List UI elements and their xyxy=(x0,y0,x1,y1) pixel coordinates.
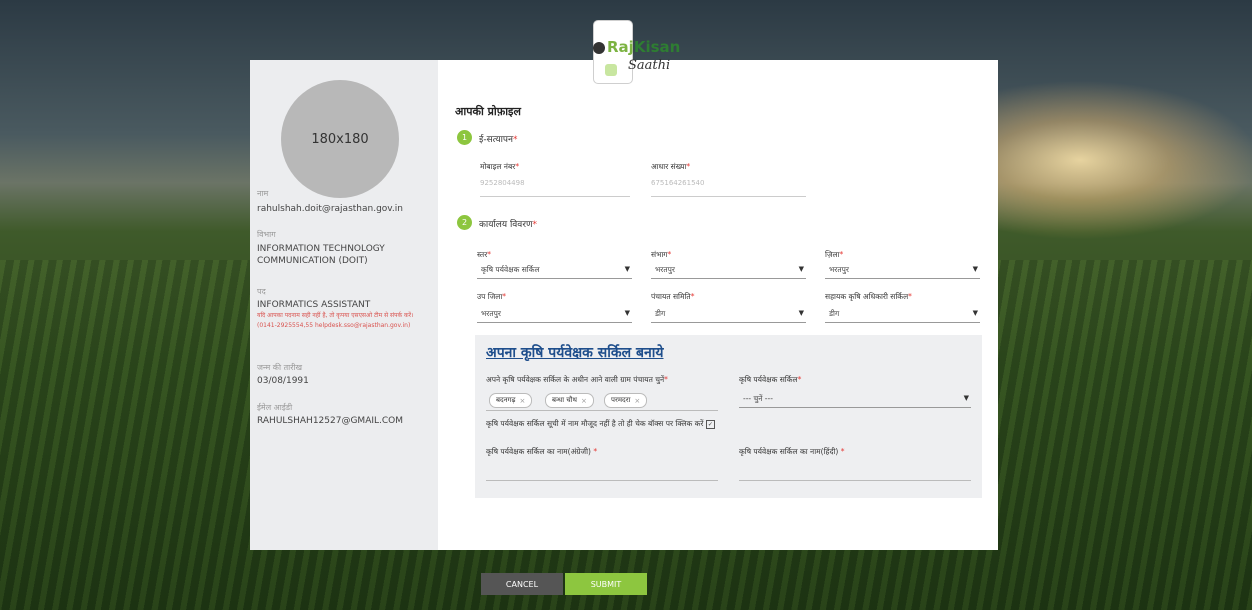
step-2-title: कार्यालय विवरण* xyxy=(479,220,538,230)
asst-circle-select[interactable]: डीग ▼ xyxy=(825,306,980,323)
asst-circle-value: डीग xyxy=(829,309,840,318)
chip-paramdara[interactable]: परमदरा × xyxy=(604,393,648,408)
aadhaar-field[interactable]: 675164261540 xyxy=(651,179,704,187)
subdistrict-label: उप जिला* xyxy=(477,292,507,301)
step-1-title: ई-सत्यापन* xyxy=(479,135,518,145)
name-english-field[interactable] xyxy=(486,480,718,481)
name-value: rahulshah.doit@rajasthan.gov.in xyxy=(257,204,403,214)
post-warning: यदि आपका पदनाम सही नहीं है, तो कृपया एसए… xyxy=(257,312,414,329)
close-icon[interactable]: × xyxy=(634,397,640,405)
profile-card: 180x180 नाम rahulshah.doit@rajasthan.gov… xyxy=(250,60,998,595)
post-value: INFORMATICS ASSISTANT xyxy=(257,300,371,310)
checkbox[interactable]: ✓ xyxy=(705,419,715,429)
dob-label: जन्म की तारीख xyxy=(257,363,303,372)
name-hindi-field[interactable] xyxy=(739,480,971,481)
chevron-down-icon: ▼ xyxy=(963,394,969,402)
mobile-underline xyxy=(480,196,630,197)
profile-main: आपकी प्रोफ़ाइल 1 ई-सत्यापन* मोबाइल नंबर*… xyxy=(455,60,995,550)
chip-bandha-chauth[interactable]: बन्धा चौथ × xyxy=(545,393,594,408)
step-2-badge: 2 xyxy=(457,215,472,230)
subdistrict-select[interactable]: भरतपुर ▼ xyxy=(477,306,632,323)
circle-placeholder: --- चुनें --- xyxy=(743,394,773,403)
email-value: RAHULSHAH12527@GMAIL.COM xyxy=(257,416,404,426)
circle-select[interactable]: --- चुनें --- ▼ xyxy=(739,391,971,408)
department-value: INFORMATION TECHNOLOGY COMMUNICATION (DO… xyxy=(257,244,385,266)
level-value: कृषि पर्यवेक्षक सर्किल xyxy=(481,265,540,274)
name-english-label: कृषि पर्यवेक्षक सर्किल का नाम(अंग्रेजी) … xyxy=(486,447,598,456)
panel-title: अपना कृषि पर्यवेक्षक सर्किल बनाये xyxy=(486,345,664,361)
submit-button[interactable]: SUBMIT xyxy=(565,573,647,595)
farmer-icon xyxy=(593,41,605,54)
level-select[interactable]: कृषि पर्यवेक्षक सर्किल ▼ xyxy=(477,262,632,279)
panchayat-samiti-value: डीग xyxy=(655,309,666,318)
chevron-down-icon: ▼ xyxy=(798,309,804,317)
close-icon[interactable]: × xyxy=(581,397,587,405)
gram-panchayat-label: अपने कृषि पर्यवेक्षक सर्किल के अधीन आने … xyxy=(486,375,668,384)
department-label: विभाग xyxy=(257,230,276,239)
district-value: भरतपुर xyxy=(829,265,849,274)
step-1-badge: 1 xyxy=(457,130,472,145)
gram-panchayat-underline xyxy=(486,410,718,411)
mobile-field[interactable]: 9252804498 xyxy=(480,179,525,187)
chip-badangarh[interactable]: बदनगढ़ × xyxy=(489,393,533,408)
post-label: पद xyxy=(257,287,266,296)
plant-icon xyxy=(605,64,617,76)
not-in-list-text: कृषि पर्यवेक्षक सर्किल सूची में नाम मौजू… xyxy=(486,419,715,429)
rajkisan-saathi-logo: RajKisan Saathi xyxy=(593,20,703,85)
aadhaar-label: आधार संख्या* xyxy=(651,162,691,171)
subdistrict-value: भरतपुर xyxy=(481,309,501,318)
mobile-label: मोबाइल नंबर* xyxy=(480,162,520,171)
district-select[interactable]: भरतपुर ▼ xyxy=(825,262,980,279)
aadhaar-underline xyxy=(651,196,806,197)
page-title: आपकी प्रोफ़ाइल xyxy=(455,105,521,118)
chevron-down-icon: ▼ xyxy=(624,265,630,273)
division-value: भरतपुर xyxy=(655,265,675,274)
panchayat-samiti-label: पंचायत समिति* xyxy=(651,292,695,301)
create-circle-panel: अपना कृषि पर्यवेक्षक सर्किल बनाये अपने क… xyxy=(475,335,982,498)
chevron-down-icon: ▼ xyxy=(972,309,978,317)
asst-circle-label: सहायक कृषि अधिकारी सर्किल* xyxy=(825,292,912,301)
close-icon[interactable]: × xyxy=(519,397,525,405)
avatar-placeholder-text: 180x180 xyxy=(311,131,369,147)
district-label: ज़िला* xyxy=(825,250,844,259)
circle-label: कृषि पर्यवेक्षक सर्किल* xyxy=(739,375,802,384)
division-select[interactable]: भरतपुर ▼ xyxy=(651,262,806,279)
division-label: संभाग* xyxy=(651,250,672,259)
logo-saathi: Saathi xyxy=(628,58,671,73)
avatar: 180x180 xyxy=(281,80,399,198)
name-label: नाम xyxy=(257,189,269,198)
dob-value: 03/08/1991 xyxy=(257,376,309,386)
email-label: ईमेल आईडी xyxy=(257,403,293,412)
chevron-down-icon: ▼ xyxy=(798,265,804,273)
chevron-down-icon: ▼ xyxy=(624,309,630,317)
panchayat-samiti-select[interactable]: डीग ▼ xyxy=(651,306,806,323)
name-hindi-label: कृषि पर्यवेक्षक सर्किल का नाम(हिंदी) * xyxy=(739,447,845,456)
logo-text: RajKisan xyxy=(593,38,680,56)
profile-sidebar: 180x180 नाम rahulshah.doit@rajasthan.gov… xyxy=(250,60,438,550)
cancel-button[interactable]: CANCEL xyxy=(481,573,563,595)
chevron-down-icon: ▼ xyxy=(972,265,978,273)
level-label: स्तर* xyxy=(477,250,492,259)
